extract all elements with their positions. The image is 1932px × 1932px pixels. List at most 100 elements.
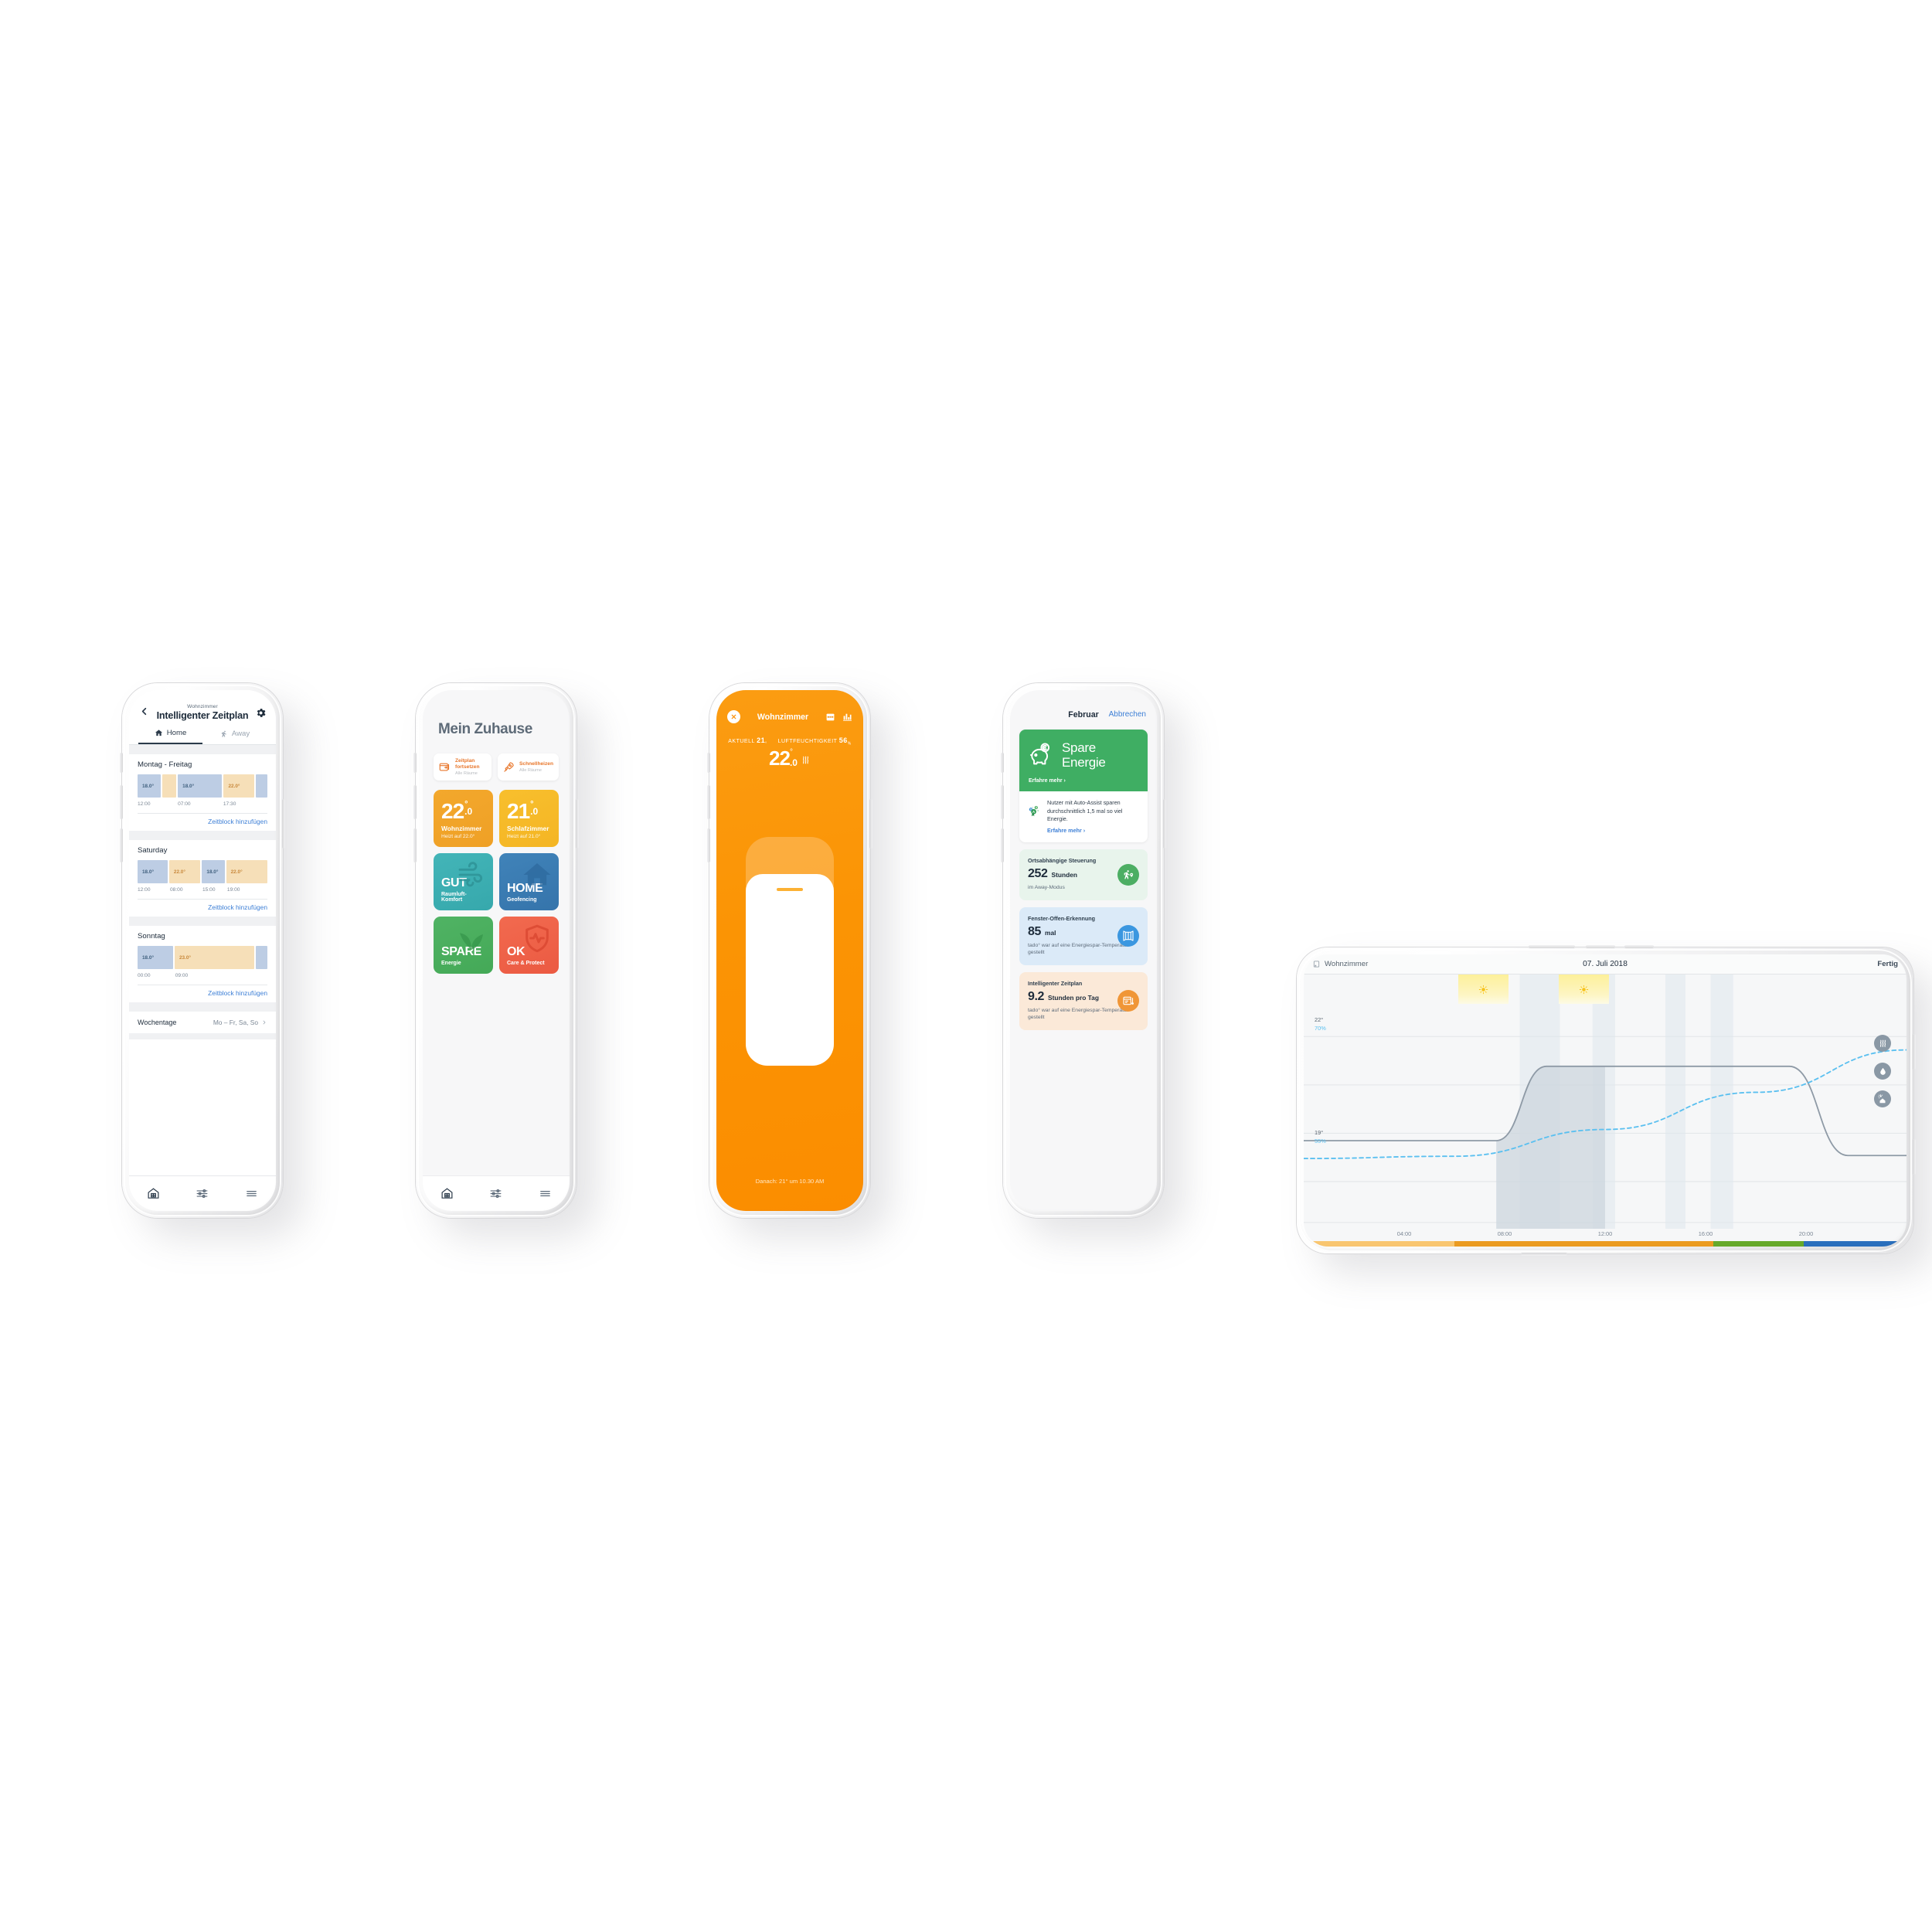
humidity-drop-icon[interactable]	[1874, 1063, 1891, 1080]
chart-svg	[1304, 975, 1906, 1229]
time-label: 12:00	[138, 887, 151, 893]
auto-assist-tip: ⌘ A Nutzer mit Auto-Assist sparen durchs…	[1019, 791, 1148, 842]
schedule-block[interactable]	[162, 774, 177, 798]
current-label: AKTUELL	[728, 739, 755, 744]
temperature-slider[interactable]	[746, 837, 834, 1066]
hero-learn-more-link[interactable]: Erfahre mehr ›	[1029, 778, 1138, 784]
setpoint-fraction: ° .0	[790, 749, 798, 770]
geofencing-icon	[1117, 864, 1139, 886]
schedule-bars: 18.0° 18.0° 22.0°	[138, 774, 267, 798]
schedule-block[interactable]	[256, 946, 268, 969]
chart-x-axis: 04:00 08:00 12:00 16:00 20:00	[1304, 1229, 1906, 1241]
month-label: Februar	[1068, 710, 1099, 719]
phone1-header: Wohnzimmer Intelligenter Zeitplan Home A	[129, 690, 276, 744]
mode-timeline-bar	[1304, 1241, 1906, 1247]
stat-unit: Stunden	[1051, 871, 1078, 879]
schedule-block[interactable]: 18.0°	[138, 860, 168, 883]
tabbar-menu-button[interactable]	[521, 1187, 570, 1200]
rocket-icon	[504, 762, 514, 772]
section-gap	[129, 745, 276, 754]
add-time-block-button[interactable]: Zeitblock hinzufügen	[138, 900, 267, 913]
y-humidity-bottom: 55%	[1315, 1138, 1326, 1145]
done-button[interactable]: Fertig	[1877, 960, 1898, 968]
x-tick-label: 20:00	[1798, 1230, 1814, 1237]
tabbar-menu-button[interactable]	[227, 1187, 276, 1200]
room-tile-bedroom[interactable]: 21 ° .0 Schlafzimmer Heizt auf 21.0°	[499, 790, 559, 848]
schedule-block[interactable]: 18.0°	[138, 946, 173, 969]
add-time-block-button[interactable]: Zeitblock hinzufügen	[138, 985, 267, 998]
room-temp-integer: 21	[507, 798, 530, 823]
tab-away-label: Away	[231, 730, 250, 738]
gear-icon[interactable]	[255, 707, 267, 719]
mode-label: Energie	[441, 961, 461, 967]
stat-card-smart-schedule[interactable]: Intelligenter Zeitplan 9.2 Stunden pro T…	[1019, 971, 1148, 1030]
hero-title: Spare Energie	[1062, 740, 1106, 770]
schedule-bars: 18.0° 23.0°	[138, 946, 268, 969]
phone2-screen: Mein Zuhause Zeitplan fortsetzen Alle Rä…	[423, 690, 570, 1211]
stat-unit: Stunden pro Tag	[1048, 993, 1099, 1002]
phone3-header: Wohnzimmer	[716, 690, 863, 723]
calendar-icon[interactable]	[825, 712, 835, 722]
wind-icon	[458, 862, 483, 887]
mode-tile-care-protect[interactable]: OK Care & Protect	[499, 917, 559, 975]
tabbar-settings-button[interactable]	[471, 1187, 520, 1200]
slider-handle[interactable]	[777, 888, 803, 891]
room-temperature: 21 ° .0	[507, 798, 551, 823]
mode-tile-energy-saving[interactable]: SPARE Energie	[434, 917, 493, 975]
time-label: 15:00	[202, 887, 216, 893]
tabbar-settings-button[interactable]	[178, 1187, 226, 1200]
phone5-screen: Wohnzimmer 07. Juli 2018 Fertig 22° 70% …	[1304, 954, 1906, 1247]
hero-banner[interactable]: Spare Energie Erfahre mehr ›	[1019, 730, 1148, 792]
schedule-block[interactable]	[256, 774, 267, 798]
decimal-part: .0	[530, 806, 539, 818]
room-tile-living-room[interactable]: 22 ° .0 Wohnzimmer Heizt auf 22.0°	[434, 790, 493, 848]
tab-home[interactable]: Home	[138, 729, 202, 744]
x-tick-label: 08:00	[1497, 1230, 1512, 1237]
heating-waves-icon[interactable]	[1874, 1035, 1891, 1052]
schedule-block[interactable]: 22.0°	[168, 860, 201, 883]
schedule-block[interactable]: 18.0°	[202, 860, 225, 883]
phone-day-report-landscape: Wohnzimmer 07. Juli 2018 Fertig 22° 70% …	[1297, 945, 1916, 1256]
stat-title: Intelligenter Zeitplan	[1028, 979, 1083, 987]
room-status: Heizt auf 21.0°	[507, 834, 541, 840]
schedule-block[interactable]: 18.0°	[178, 774, 223, 798]
day-label: Saturday	[138, 846, 168, 855]
weekdays-row[interactable]: Wochentage Mo – Fr, Sa, So	[129, 1012, 276, 1033]
weather-house-icon[interactable]	[1874, 1090, 1891, 1107]
quick-action-boost-heating[interactable]: Schnellheizen Alle Räume	[498, 753, 559, 781]
schedule-block[interactable]: 18.0°	[138, 774, 162, 798]
leaf-icon	[460, 933, 483, 951]
tabbar-home-button[interactable]	[423, 1187, 471, 1200]
mode-tile-geofencing[interactable]: HOME Geofencing	[499, 853, 559, 911]
tab-home-label: Home	[166, 729, 187, 737]
close-icon[interactable]	[727, 710, 740, 723]
quick-action-resume-schedule[interactable]: Zeitplan fortsetzen Alle Räume	[434, 753, 492, 781]
back-icon[interactable]	[138, 706, 150, 719]
tab-away[interactable]: Away	[202, 729, 267, 744]
block-temp: 18.0°	[182, 783, 195, 789]
bar-chart-icon[interactable]	[842, 712, 852, 722]
cancel-button[interactable]: Abbrechen	[1109, 710, 1146, 719]
current-unit: °	[765, 741, 767, 747]
add-time-block-button[interactable]: Zeitblock hinzufügen	[138, 814, 267, 827]
stat-card-open-window[interactable]: Fenster-Offen-Erkennung 85 mal tado° war…	[1019, 906, 1148, 965]
schedule-block[interactable]: 23.0°	[174, 946, 255, 969]
tabbar-home-button[interactable]	[129, 1187, 178, 1200]
stat-value: 85	[1028, 924, 1041, 938]
tip-learn-more-link[interactable]: Erfahre mehr ›	[1047, 827, 1139, 834]
day-report-chart[interactable]: 22° 70% 19° 55%	[1304, 975, 1906, 1229]
house-icon	[155, 730, 162, 736]
mode-tile-air-comfort[interactable]: GUT Raumluft-Komfort	[434, 853, 493, 911]
schedule-day-card: Saturday 18.0° 22.0° 18.0° 22.0° 12:00 0…	[129, 840, 276, 917]
schedule-block[interactable]: 22.0°	[226, 860, 267, 883]
y-humidity-top: 70%	[1315, 1025, 1326, 1032]
phone5-navbar: Wohnzimmer 07. Juli 2018 Fertig	[1304, 954, 1906, 975]
x-tick-label: 12:00	[1597, 1230, 1613, 1237]
current-temperature: AKTUELL 21°	[728, 736, 767, 746]
time-label: 17:30	[223, 801, 236, 807]
stat-title: Fenster-Offen-Erkennung	[1028, 914, 1096, 922]
block-temp: 18.0°	[206, 869, 219, 875]
time-label: 00:00	[138, 973, 151, 978]
schedule-block[interactable]: 22.0°	[223, 774, 255, 798]
stat-card-geofencing[interactable]: Ortsabhängige Steuerung 252 Stunden im A…	[1019, 849, 1148, 900]
